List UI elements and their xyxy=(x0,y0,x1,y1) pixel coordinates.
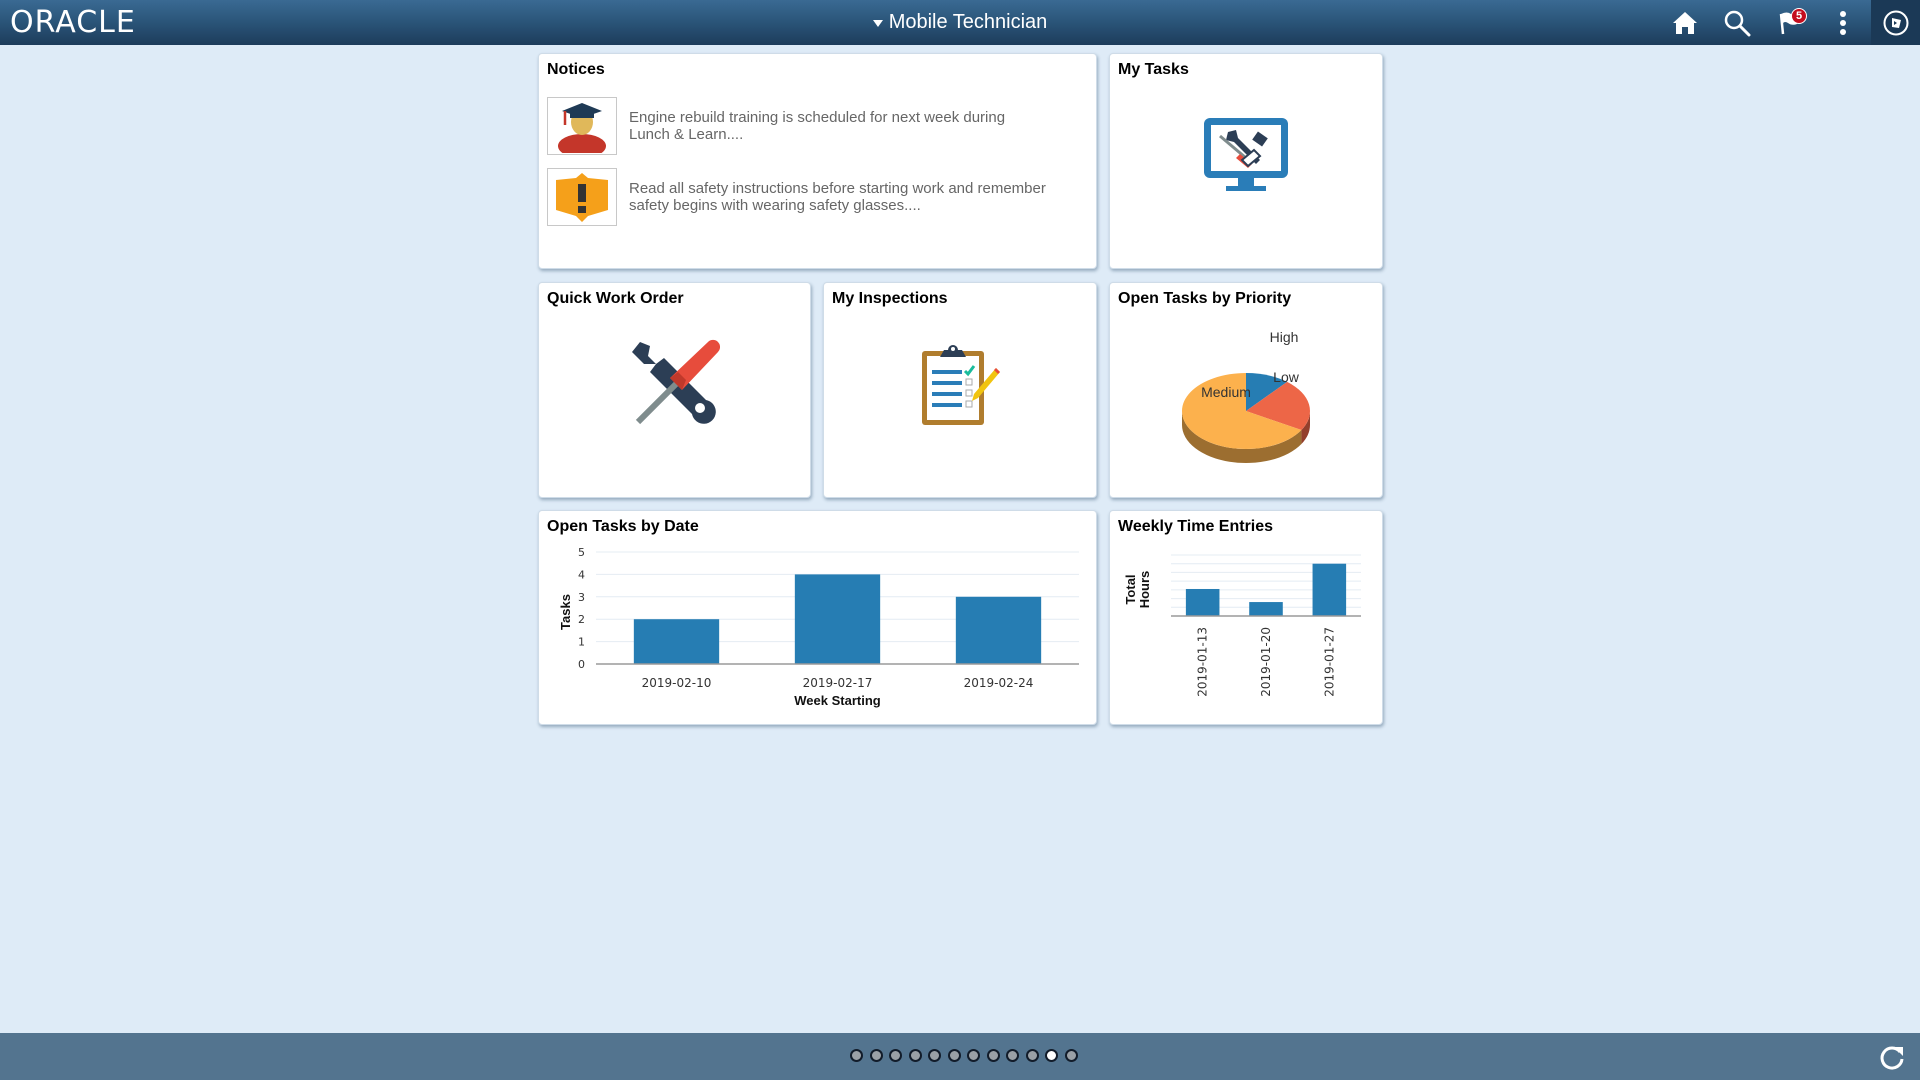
page-dot-10[interactable] xyxy=(1025,1049,1039,1062)
pie-label: High xyxy=(1270,329,1299,345)
page-dot-4[interactable] xyxy=(908,1049,922,1062)
x-axis-title: Week Starting xyxy=(794,693,881,708)
navbar-compass-icon xyxy=(1883,10,1908,35)
notification-count-badge: 5 xyxy=(1791,8,1807,24)
bar[interactable] xyxy=(1312,563,1347,616)
page-indicator xyxy=(850,1049,1078,1062)
y-tick-label: 4 xyxy=(578,568,585,581)
y-tick-label: 1 xyxy=(578,636,585,649)
y-axis-title: Hours xyxy=(1137,571,1152,609)
x-tick-label: 2019-01-20 xyxy=(1259,627,1273,697)
page-dot-3[interactable] xyxy=(889,1049,902,1062)
open-tasks-priority-tile[interactable]: Open Tasks by Priority High Low Medium xyxy=(1109,282,1383,498)
graduate-icon xyxy=(547,97,617,155)
actions-menu-icon xyxy=(1840,10,1846,35)
weekly-time-entries-tile[interactable]: Weekly Time Entries 2019-01-13 2019-01-20… xyxy=(1109,510,1383,725)
home-button[interactable] xyxy=(1663,0,1707,45)
notice-item[interactable]: Engine rebuild training is scheduled for… xyxy=(547,97,1049,155)
x-tick-label: 2019-01-27 xyxy=(1322,627,1336,697)
pie-label: Low xyxy=(1273,369,1300,385)
home-icon xyxy=(1673,11,1697,34)
page-dot-7[interactable] xyxy=(967,1049,980,1062)
tile-title: My Inspections xyxy=(832,290,948,307)
search-icon xyxy=(1724,10,1751,36)
pie-label: Medium xyxy=(1201,384,1251,400)
notice-text: Read all safety instructions before star… xyxy=(629,180,1046,214)
tile-title: Quick Work Order xyxy=(547,290,684,307)
x-tick-label: 2019-01-13 xyxy=(1196,627,1210,697)
priority-pie-chart: High Low Medium xyxy=(1182,329,1310,463)
notices-tile[interactable]: Notices Engine rebuild training is sched… xyxy=(538,53,1097,269)
safety-warning-icon xyxy=(547,168,617,226)
x-tick-label: 2019-02-24 xyxy=(964,676,1034,690)
notice-item[interactable]: Read all safety instructions before star… xyxy=(547,168,1049,226)
y-axis-title: Tasks xyxy=(558,594,573,630)
page-title: Mobile Technician xyxy=(888,11,1048,33)
actions-menu-button[interactable] xyxy=(1821,0,1865,45)
my-tasks-tile[interactable]: My Tasks xyxy=(1109,53,1383,269)
footer-bar xyxy=(0,1033,1920,1080)
open-tasks-date-chart: 0 1 2 3 4 5 2019-02-10 2019-02-17 2019-02-24 Week… xyxy=(558,546,1079,708)
bar[interactable] xyxy=(955,596,1042,664)
tile-title: Weekly Time Entries xyxy=(1118,518,1274,535)
quick-work-order-tile[interactable]: Quick Work Order xyxy=(538,282,811,498)
page-dot-5[interactable] xyxy=(928,1049,941,1062)
open-tasks-date-tile[interactable]: Open Tasks by Date 0 1 2 3 4 5 2019-02-10 2019-… xyxy=(538,510,1097,725)
tile-title: My Tasks xyxy=(1118,61,1189,78)
x-tick-label: 2019-02-17 xyxy=(803,676,873,690)
y-tick-label: 3 xyxy=(578,591,585,604)
bar[interactable] xyxy=(1249,602,1283,616)
my-inspections-tile[interactable]: My Inspections xyxy=(823,282,1097,498)
page-dot-6[interactable] xyxy=(947,1049,961,1062)
y-tick-label: 5 xyxy=(578,546,585,559)
refresh-icon xyxy=(1880,1046,1904,1070)
y-axis-title: Total xyxy=(1123,574,1138,604)
navbar-button[interactable] xyxy=(1871,0,1920,45)
page-dot-9[interactable] xyxy=(1006,1049,1019,1062)
caret-down-icon xyxy=(872,20,883,27)
page-title-dropdown[interactable]: Mobile Technician xyxy=(0,0,1920,45)
bar[interactable] xyxy=(1185,588,1220,616)
tile-title: Open Tasks by Priority xyxy=(1118,290,1292,307)
notifications-button[interactable]: 5 xyxy=(1769,0,1813,45)
header-bar: ORACLE Mobile Technician 5 xyxy=(0,0,1920,45)
x-tick-label: 2019-02-10 xyxy=(642,676,712,690)
y-tick-label: 2 xyxy=(578,613,585,626)
bar[interactable] xyxy=(633,619,720,664)
tile-title: Notices xyxy=(547,61,605,78)
refresh-button[interactable] xyxy=(1876,1041,1908,1073)
clipboard-checklist-icon xyxy=(918,341,1002,432)
tile-title: Open Tasks by Date xyxy=(547,518,699,535)
monitor-tools-icon xyxy=(1202,116,1290,199)
search-button[interactable] xyxy=(1715,0,1759,45)
bar[interactable] xyxy=(794,574,881,664)
y-tick-label: 0 xyxy=(578,658,585,671)
wrench-screwdriver-icon xyxy=(630,338,720,431)
page-dot-1[interactable] xyxy=(850,1049,863,1062)
page-dot-12[interactable] xyxy=(1064,1049,1078,1062)
page-dot-8[interactable] xyxy=(986,1049,1000,1062)
page-dot-2[interactable] xyxy=(869,1049,883,1062)
notice-text: Engine rebuild training is scheduled for… xyxy=(629,109,1006,143)
page-dot-11[interactable] xyxy=(1045,1049,1058,1062)
weekly-time-chart: 2019-01-132019-01-202019-01-27Week Start… xyxy=(1123,554,1361,697)
